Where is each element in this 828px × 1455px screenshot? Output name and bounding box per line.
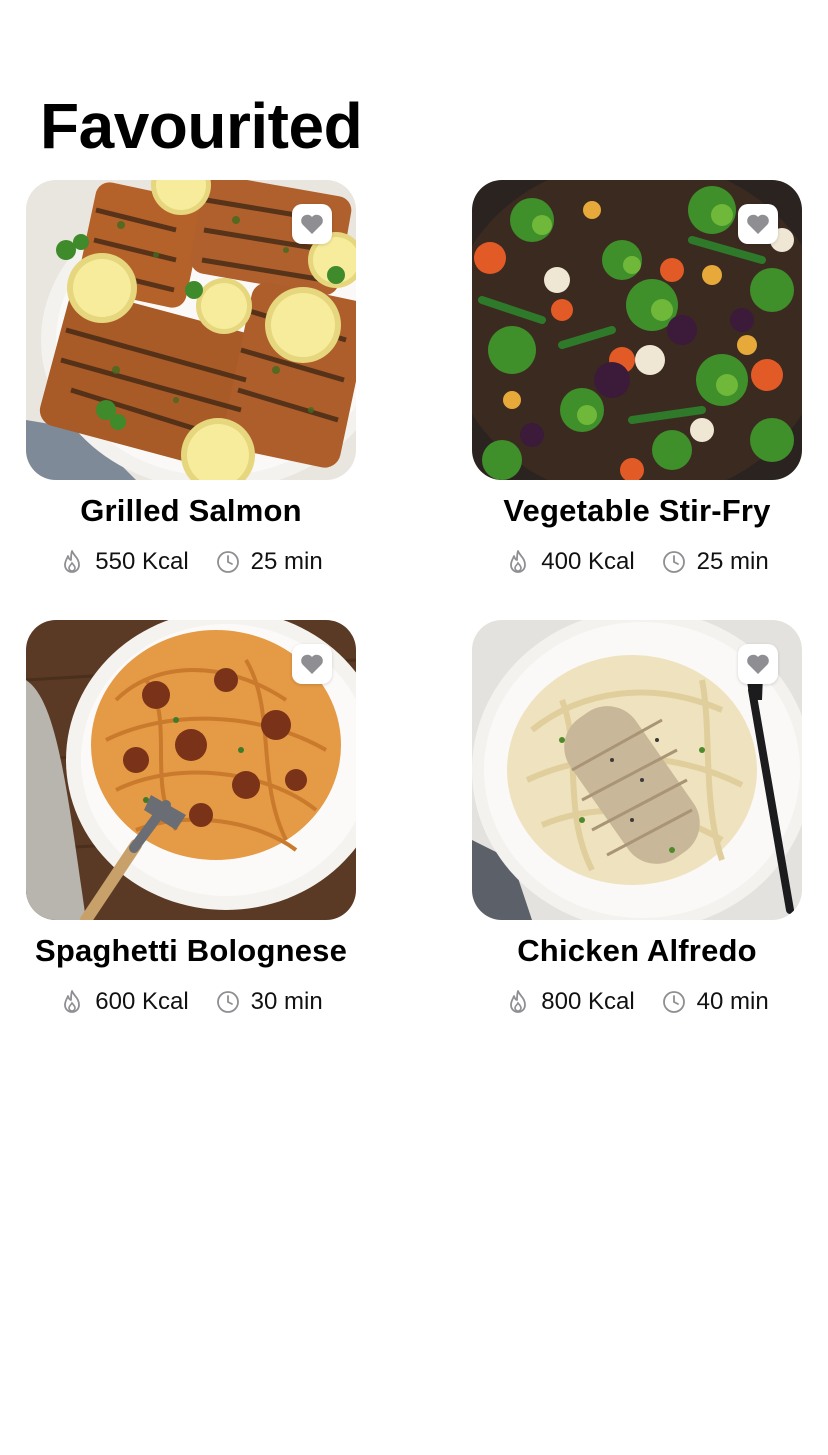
calories-info: 550 Kcal xyxy=(59,548,189,576)
recipe-card[interactable]: Grilled Salmon 550 Kcal 25 min xyxy=(26,180,356,578)
flame-icon xyxy=(510,990,527,1013)
flame-icon xyxy=(64,990,81,1013)
recipe-image[interactable] xyxy=(472,180,802,480)
time-info: 30 min xyxy=(215,988,323,1016)
recipe-card[interactable]: Chicken Alfredo 800 Kcal 40 min xyxy=(472,620,802,1018)
heart-icon xyxy=(301,654,323,674)
recipe-title[interactable]: Spaghetti Bolognese xyxy=(26,932,356,970)
recipe-meta: 550 Kcal 25 min xyxy=(26,546,356,578)
calories-value: 550 Kcal xyxy=(95,548,189,575)
heart-icon xyxy=(747,654,769,674)
favorite-button[interactable] xyxy=(738,204,778,244)
recipe-title[interactable]: Grilled Salmon xyxy=(26,492,356,530)
time-info: 25 min xyxy=(661,548,769,576)
recipe-title[interactable]: Chicken Alfredo xyxy=(472,932,802,970)
time-value: 30 min xyxy=(250,988,323,1015)
flame-icon xyxy=(64,550,81,573)
heart-icon xyxy=(301,214,323,234)
clock-icon xyxy=(662,551,685,573)
calories-info: 400 Kcal xyxy=(505,548,635,576)
recipe-card[interactable]: Spaghetti Bolognese 600 Kcal 30 min xyxy=(26,620,356,1018)
time-info: 40 min xyxy=(661,988,769,1016)
time-value: 25 min xyxy=(250,548,323,575)
calories-info: 600 Kcal xyxy=(59,988,189,1016)
recipe-image[interactable] xyxy=(26,180,356,480)
calories-value: 400 Kcal xyxy=(541,548,635,575)
recipe-image[interactable] xyxy=(472,620,802,920)
page-title: Favourited xyxy=(40,90,363,162)
clock-icon xyxy=(662,991,685,1013)
favorite-button[interactable] xyxy=(292,644,332,684)
recipe-meta: 400 Kcal 25 min xyxy=(472,546,802,578)
calories-info: 800 Kcal xyxy=(505,988,635,1016)
clock-icon xyxy=(216,991,239,1013)
clock-icon xyxy=(216,551,239,573)
time-value: 25 min xyxy=(696,548,769,575)
time-info: 25 min xyxy=(215,548,323,576)
heart-icon xyxy=(747,214,769,234)
recipe-meta: 800 Kcal 40 min xyxy=(472,986,802,1018)
recipe-meta: 600 Kcal 30 min xyxy=(26,986,356,1018)
recipe-card[interactable]: Vegetable Stir-Fry 400 Kcal 25 min xyxy=(472,180,802,578)
recipe-title[interactable]: Vegetable Stir-Fry xyxy=(472,492,802,530)
calories-value: 800 Kcal xyxy=(541,988,635,1015)
favorite-button[interactable] xyxy=(738,644,778,684)
recipe-image[interactable] xyxy=(26,620,356,920)
time-value: 40 min xyxy=(696,988,769,1015)
flame-icon xyxy=(510,550,527,573)
calories-value: 600 Kcal xyxy=(95,988,189,1015)
favorite-button[interactable] xyxy=(292,204,332,244)
